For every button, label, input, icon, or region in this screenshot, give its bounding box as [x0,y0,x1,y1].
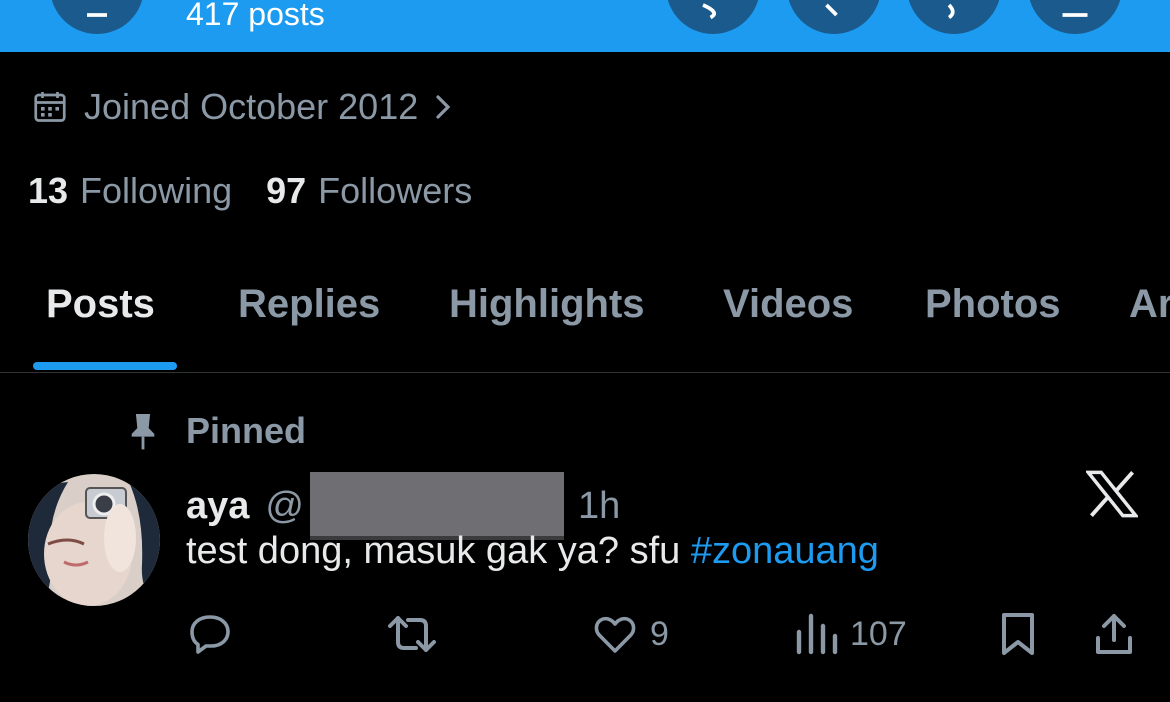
share-icon [1062,13,1088,17]
following-count: 13 [28,170,69,211]
author-handle-prefix[interactable]: @ [265,485,304,528]
followers-count: 97 [266,170,307,211]
joined-date-text: Joined October 2012 [84,86,419,127]
back-button[interactable] [50,0,144,34]
message-button[interactable] [907,0,1001,34]
like-button[interactable]: 9 [590,610,669,658]
tab-articles[interactable]: Ar [1129,282,1170,327]
tab-photos[interactable]: Photos [925,282,1061,327]
bookmark-button[interactable] [996,610,1040,658]
repost-icon [388,616,436,652]
tab-replies[interactable]: Replies [238,282,380,327]
following-label: Following [80,170,233,211]
following-link[interactable]: 13 Following [28,170,232,212]
views-count: 107 [850,614,907,653]
views-button[interactable]: 107 [794,610,907,658]
joined-date-row[interactable]: Joined October 2012 [32,86,456,128]
share-icon [1096,614,1132,654]
post-text: test dong, masuk gak ya? sfu #zonauang [186,530,879,573]
author-name[interactable]: aya [186,485,249,528]
tab-posts[interactable]: Posts [46,282,155,327]
active-tab-indicator [33,362,177,370]
follow-stats: 13 Following 97 Followers [28,170,472,212]
search-button[interactable] [787,0,881,34]
followers-link[interactable]: 97 Followers [266,170,472,212]
avatar[interactable] [28,474,160,606]
pin-icon [131,414,155,450]
x-logo-icon [1086,470,1138,518]
like-count: 9 [650,614,669,653]
post-time[interactable]: 1h [578,485,620,528]
bookmark-icon [1002,613,1034,655]
post-body: test dong, masuk gak ya? sfu [186,530,691,572]
repost-button[interactable] [384,610,440,658]
like-icon [594,616,636,653]
calendar-icon [34,92,66,122]
chevron-right-icon [436,95,451,119]
pinned-label: Pinned [186,410,307,451]
grok-icon [702,3,716,20]
hashtag-link[interactable]: #zonauang [691,530,879,572]
grok-button[interactable] [666,0,760,34]
reply-icon [190,615,230,654]
reply-button[interactable] [186,610,234,658]
message-icon [947,3,955,20]
tab-videos[interactable]: Videos [723,282,853,327]
back-arrow-icon [87,13,107,17]
post-actions: 9 107 [0,606,1170,662]
more-button[interactable] [1028,0,1122,34]
search-icon [825,3,838,17]
posts-count: 417 posts [186,0,325,32]
share-button[interactable] [1090,610,1138,658]
followers-label: Followers [318,170,473,211]
pinned-indicator: Pinned [126,410,306,452]
profile-header-bar: 417 posts [0,0,1170,52]
profile-tabs: Posts Replies Highlights Videos Photos A… [0,276,1170,373]
tab-highlights[interactable]: Highlights [449,282,645,327]
views-icon [796,613,838,655]
